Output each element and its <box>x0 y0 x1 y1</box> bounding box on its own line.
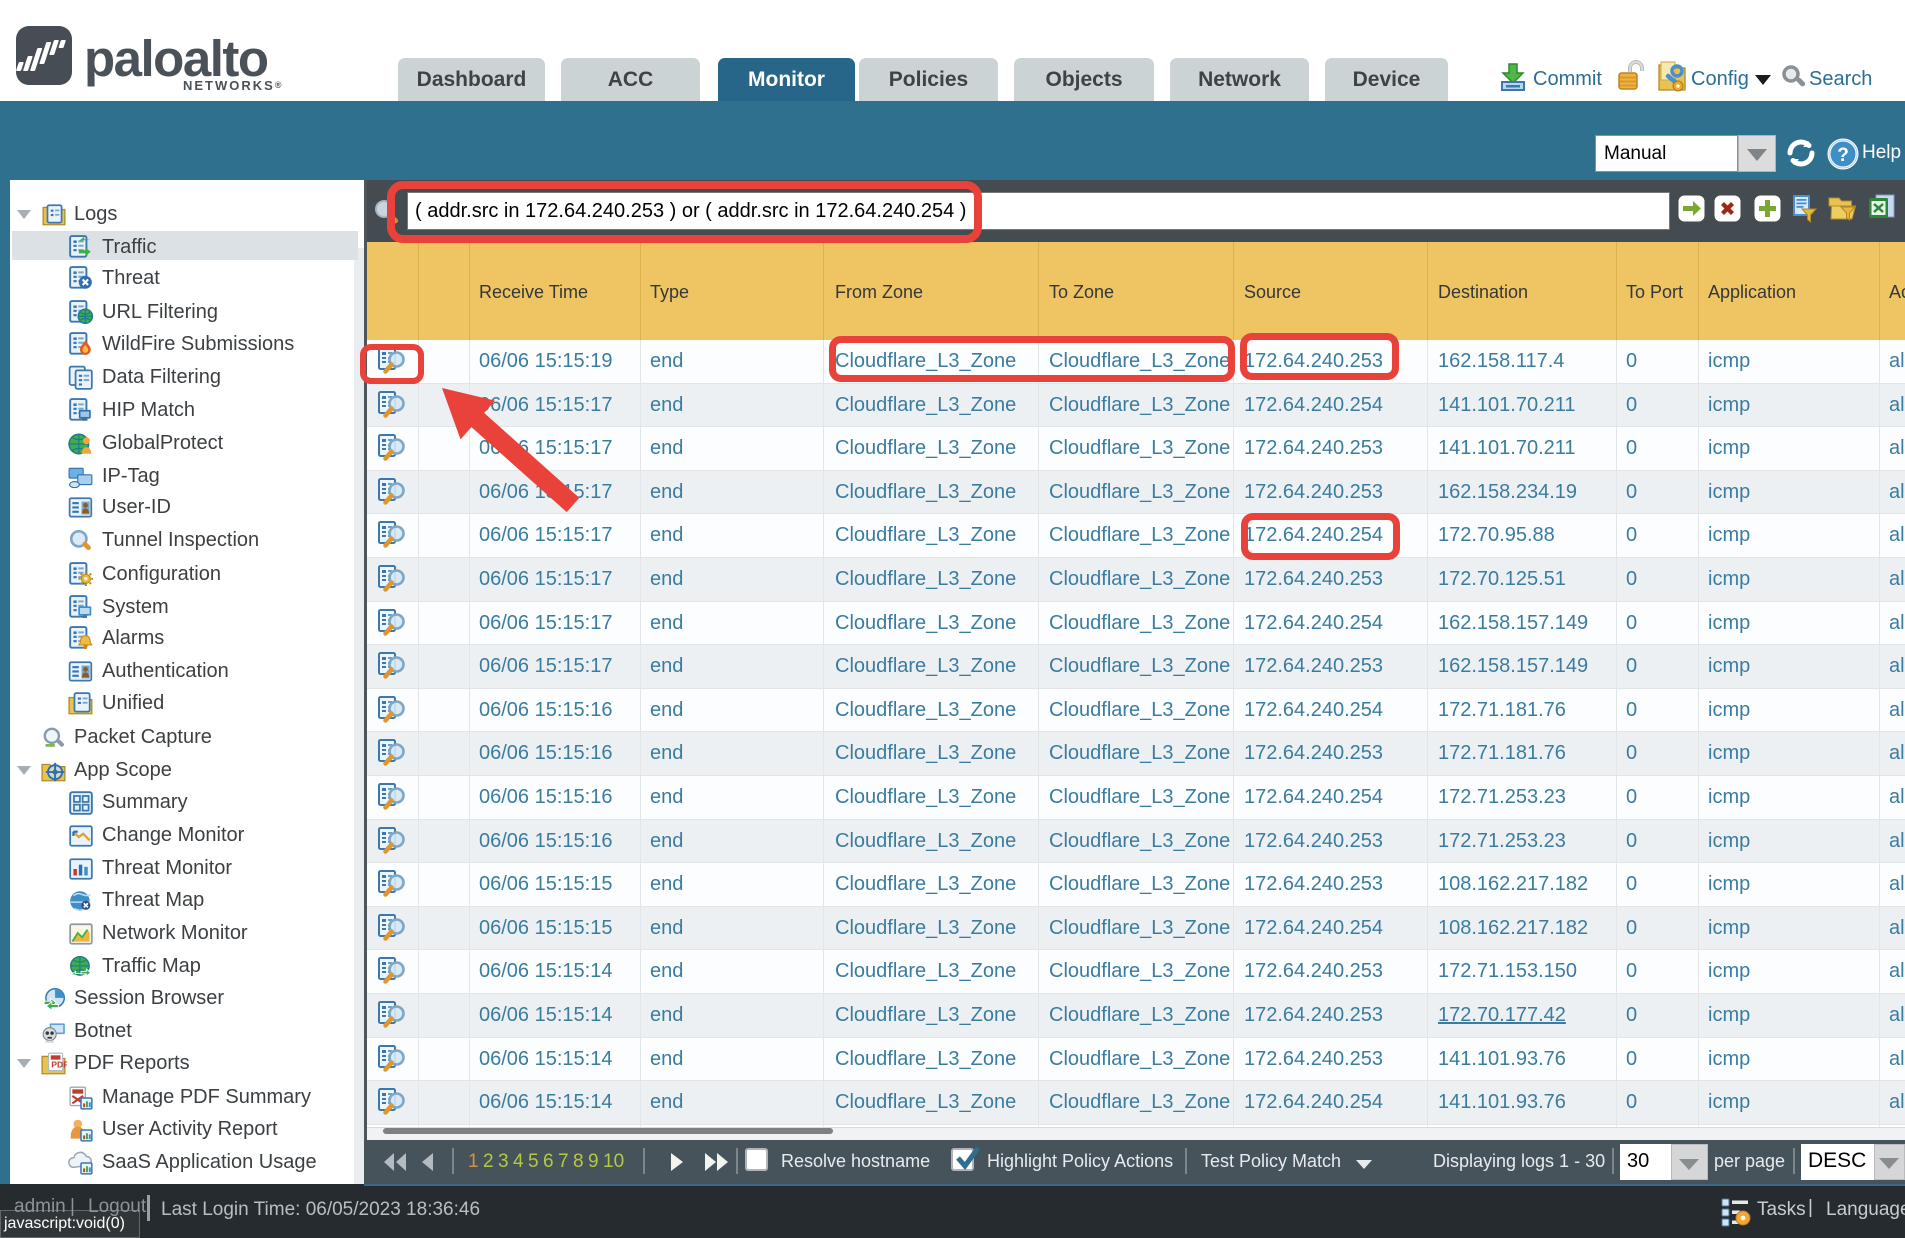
svg-text:?: ? <box>1837 145 1849 166</box>
